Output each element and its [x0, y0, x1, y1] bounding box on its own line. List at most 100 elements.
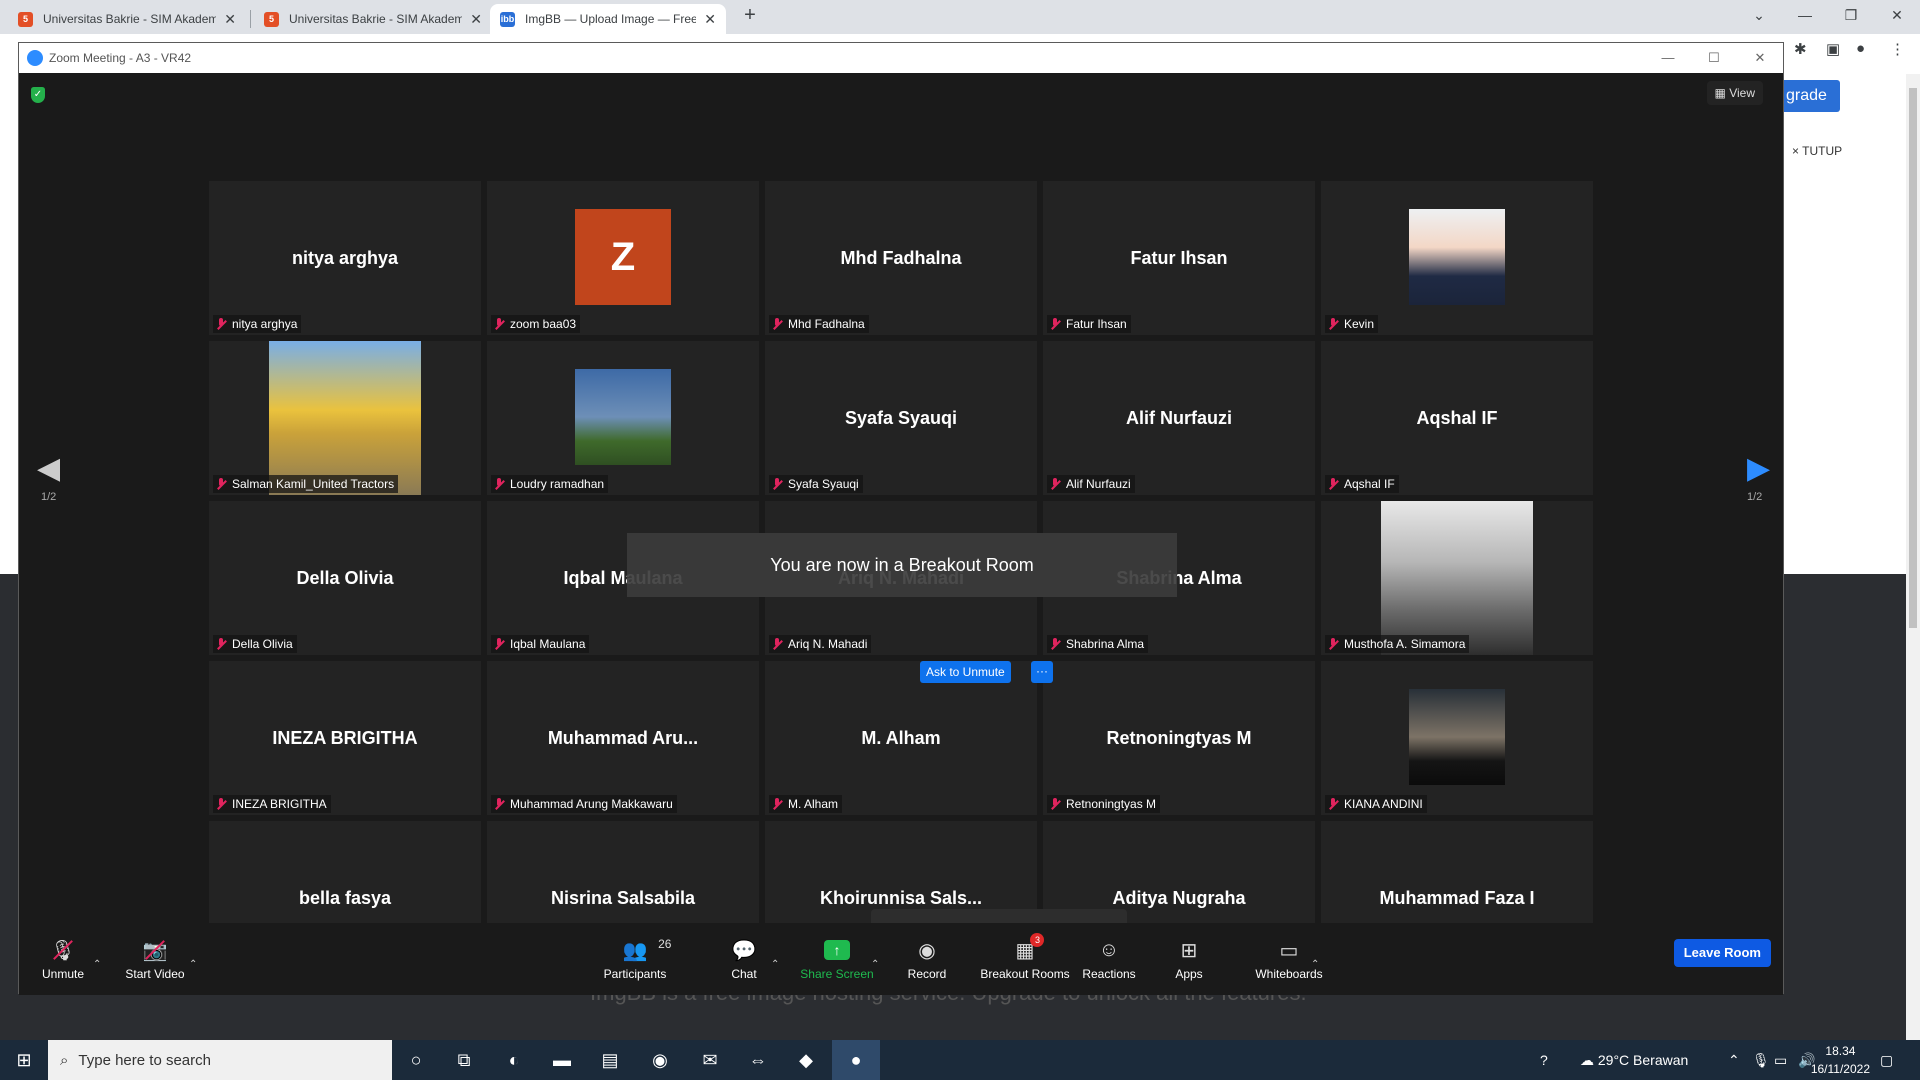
participant-tile[interactable]: Alif Nurfauzi Alif Nurfauzi [1043, 341, 1315, 495]
participant-tile[interactable]: INEZA BRIGITHA INEZA BRIGITHA [209, 661, 481, 815]
next-page-arrow-icon[interactable]: ▶ [1747, 451, 1770, 486]
participant-tile[interactable]: Syafa Syauqi Syafa Syauqi [765, 341, 1037, 495]
weather-widget[interactable]: ☁ 29°C Berawan [1580, 1040, 1688, 1080]
participant-tile[interactable]: Muhammad Aru... Muhammad Arung Makkawaru [487, 661, 759, 815]
cortana-icon[interactable]: ○ [392, 1040, 440, 1080]
participant-tile[interactable]: Della Olivia Della Olivia [209, 501, 481, 655]
share-options-caret-icon[interactable]: ⌃ [871, 959, 879, 970]
audio-options-caret-icon[interactable]: ⌃ [93, 959, 101, 970]
participant-tile[interactable]: Kevin [1321, 181, 1593, 335]
view-label: View [1729, 86, 1755, 100]
participant-tile[interactable]: KIANA ANDINI [1321, 661, 1593, 815]
participant-tile[interactable]: Fatur Ihsan Fatur Ihsan [1043, 181, 1315, 335]
record-label: Record [907, 967, 947, 981]
participant-tile[interactable]: Loudry ramadhan [487, 341, 759, 495]
apps-button[interactable]: ⊞ Apps [1149, 923, 1229, 995]
teamviewer-icon[interactable]: ⇔ [734, 1040, 782, 1080]
close-tab-icon[interactable]: ✕ [224, 11, 236, 28]
clock-date: 16/11/2022 [1810, 1062, 1870, 1076]
close-window-icon[interactable]: ✕ [1874, 0, 1920, 30]
close-tab-icon[interactable]: ✕ [470, 11, 482, 28]
mail-icon[interactable]: ✉ [686, 1040, 734, 1080]
system-clock[interactable]: 18.34 16/11/2022 [1811, 1042, 1870, 1078]
whiteboards-button[interactable]: ▭ Whiteboards [1241, 923, 1337, 995]
unmute-button[interactable]: 🎙 Unmute [23, 923, 103, 995]
chrome-icon[interactable]: ◉ [636, 1040, 684, 1080]
profile-avatar-icon[interactable]: ● [1856, 40, 1865, 57]
network-icon[interactable]: ▭ [1774, 1040, 1787, 1080]
participant-name-label: Retnoningtyas M [1047, 795, 1161, 813]
participant-display-name: Muhammad Aru... [547, 727, 699, 748]
breakout-room-toast: You are now in a Breakout Room [627, 533, 1177, 597]
whiteboard-options-caret-icon[interactable]: ⌃ [1311, 959, 1319, 970]
more-options-button[interactable]: ··· [1031, 661, 1053, 683]
close-tab-icon[interactable]: ✕ [704, 11, 716, 28]
share-screen-button[interactable]: ↑ Share Screen [797, 923, 877, 995]
participant-name-label: Muhammad Arung Makkawaru [491, 795, 677, 813]
windows-start-icon[interactable]: ⊞ [0, 1040, 48, 1080]
microsoft-store-icon[interactable]: ▤ [586, 1040, 634, 1080]
excavator-photo [269, 341, 421, 495]
task-view-icon[interactable]: ⧉ [440, 1040, 488, 1080]
encryption-shield-icon[interactable]: ✓ [31, 87, 45, 103]
minimize-icon[interactable]: — [1782, 0, 1828, 30]
edge-browser-icon[interactable]: ◐ [490, 1040, 538, 1080]
scrollbar-thumb[interactable] [1909, 88, 1917, 628]
participant-name: nitya arghya [232, 317, 298, 331]
browser-tab-3-active[interactable]: ibb ImgBB — Upload Image — Free ✕ [490, 4, 726, 34]
help-icon[interactable]: ? [1540, 1040, 1548, 1080]
tab-search-icon[interactable]: ⌄ [1736, 0, 1782, 30]
chrome-menu-icon[interactable]: ⋮ [1890, 40, 1905, 58]
participant-tile[interactable]: M. Alham M. Alham [765, 661, 1037, 815]
notifications-icon[interactable]: ▢ [1880, 1040, 1893, 1080]
muted-mic-icon [493, 798, 505, 810]
browser-tab-2[interactable]: 5 Universitas Bakrie - SIM Akadem ✕ [254, 4, 492, 34]
participant-tile[interactable]: Salman Kamil_United Tractors [209, 341, 481, 495]
participants-button[interactable]: 👥 26 Participants [595, 923, 675, 995]
side-panel-icon[interactable]: ▣ [1826, 40, 1840, 58]
participant-tile[interactable]: Musthofa A. Simamora [1321, 501, 1593, 655]
cloud-icon: ☁ [1580, 1052, 1594, 1068]
video-off-icon: 📷 [143, 937, 168, 963]
microphone-tray-icon[interactable]: 🎙 [1752, 1040, 1770, 1080]
participant-display-name: M. Alham [861, 727, 941, 748]
participant-display-name: Fatur Ihsan [1130, 247, 1228, 268]
mcafee-icon[interactable]: ◆ [782, 1040, 830, 1080]
previous-page-arrow-icon[interactable]: ◀ [37, 451, 60, 486]
upgrade-button[interactable]: grade [1782, 80, 1840, 112]
participant-tile[interactable]: nitya arghya nitya arghya [209, 181, 481, 335]
restore-icon[interactable]: ❐ [1828, 0, 1874, 30]
record-button[interactable]: ◉ Record [887, 923, 967, 995]
extensions-icon[interactable]: ✱ [1794, 40, 1807, 58]
view-button[interactable]: ▦ View [1706, 81, 1763, 105]
minimize-icon[interactable]: — [1645, 43, 1691, 73]
maximize-icon[interactable]: ☐ [1691, 43, 1737, 73]
participant-tile[interactable]: Aqshal IF Aqshal IF [1321, 341, 1593, 495]
whiteboard-icon: ▭ [1279, 939, 1299, 962]
video-options-caret-icon[interactable]: ⌃ [189, 959, 197, 970]
participant-name-label: KIANA ANDINI [1325, 795, 1427, 813]
taskbar-search-box[interactable]: ⌕ Type here to search [48, 1040, 392, 1080]
zoom-taskbar-icon[interactable]: ● [832, 1040, 880, 1080]
close-icon[interactable]: ✕ [1737, 43, 1783, 73]
participant-name-label: INEZA BRIGITHA [213, 795, 331, 813]
chat-options-caret-icon[interactable]: ⌃ [771, 959, 779, 970]
ask-to-unmute-button[interactable]: Ask to Unmute [920, 661, 1011, 683]
new-tab-button[interactable]: + [736, 4, 764, 27]
participant-tile[interactable]: Mhd Fadhalna Mhd Fadhalna [765, 181, 1037, 335]
browser-tab-1[interactable]: 5 Universitas Bakrie - SIM Akadem ✕ [8, 4, 246, 34]
page-indicator-left: 1/2 [41, 491, 57, 503]
tutup-link[interactable]: × TUTUP [1792, 144, 1842, 158]
file-explorer-icon[interactable]: ▬ [538, 1040, 586, 1080]
tray-overflow-icon[interactable]: ⌃ [1728, 1040, 1740, 1080]
breakout-rooms-button[interactable]: ▦ 3 Breakout Rooms [975, 923, 1075, 995]
share-screen-label: Share Screen [800, 967, 874, 981]
zoom-logo-icon [27, 50, 43, 66]
participant-tile[interactable]: Retnoningtyas M Retnoningtyas M [1043, 661, 1315, 815]
participant-tile[interactable]: Zzoom baa03 [487, 181, 759, 335]
reactions-button[interactable]: ☺ Reactions [1069, 923, 1149, 995]
leave-room-button[interactable]: Leave Room [1673, 939, 1771, 967]
html5-favicon-icon: 5 [18, 11, 33, 27]
muted-mic-icon [1327, 478, 1339, 490]
start-video-button[interactable]: 📷 Start Video [115, 923, 195, 995]
